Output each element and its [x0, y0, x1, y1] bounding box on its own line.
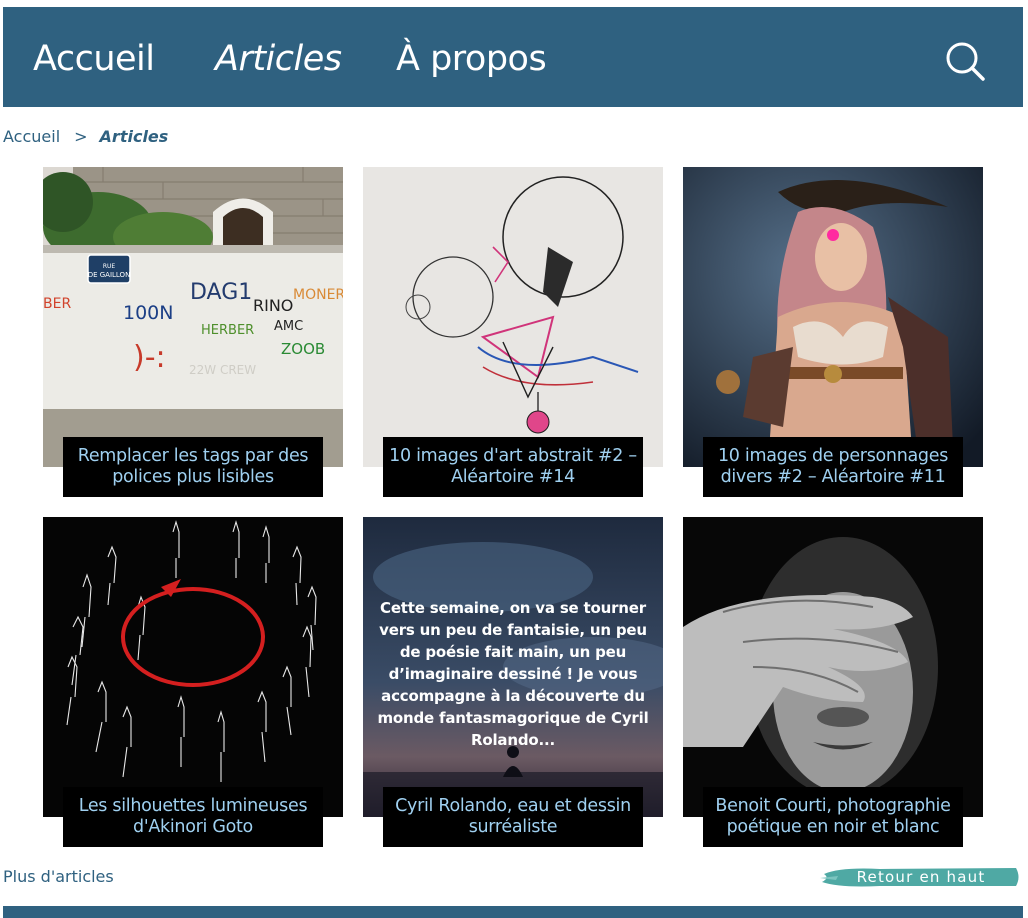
graffiti-tag: MONER	[293, 287, 343, 303]
graffiti-tag: AMC	[274, 319, 303, 334]
footer-bar	[3, 906, 1023, 918]
more-articles-link[interactable]: Plus d'articles	[3, 867, 114, 886]
back-to-top-button[interactable]: Retour en haut	[820, 864, 1022, 890]
breadcrumb-separator: >	[74, 127, 88, 146]
article-title[interactable]: Remplacer les tags par des polices plus …	[63, 437, 323, 497]
top-navbar: Accueil Articles À propos	[3, 7, 1023, 107]
article-thumbnail: RUE DE GAILLON DAG1 RINO MONER 100N HERB…	[43, 167, 343, 467]
article-title[interactable]: Benoit Courti, photographie poétique en …	[703, 787, 963, 847]
article-card[interactable]: Cette semaine, on va se tourner vers un …	[363, 517, 663, 847]
graffiti-tag: RINO	[253, 296, 293, 315]
article-card[interactable]: Benoit Courti, photographie poétique en …	[683, 517, 983, 847]
article-card[interactable]: RUE DE GAILLON DAG1 RINO MONER 100N HERB…	[43, 167, 343, 497]
graffiti-tag: 100N	[123, 302, 173, 324]
nav-home-link[interactable]: Accueil	[33, 39, 155, 79]
breadcrumb-current: Articles	[99, 127, 169, 146]
article-thumbnail	[363, 167, 663, 467]
graffiti-tag: DAG1	[190, 280, 252, 305]
graffiti-tag: HERBER	[201, 323, 254, 338]
search-button[interactable]	[943, 40, 987, 84]
search-icon	[946, 42, 985, 81]
breadcrumb-home-link[interactable]: Accueil	[3, 127, 60, 146]
nav-about-link[interactable]: À propos	[396, 39, 547, 79]
nav-articles-link[interactable]: Articles	[215, 39, 342, 79]
article-title[interactable]: Cyril Rolando, eau et dessin surréaliste	[383, 787, 643, 847]
street-sign-text-1: RUE	[103, 263, 116, 270]
breadcrumb: Accueil > Articles	[3, 127, 168, 146]
article-card[interactable]: 10 images de personnages divers #2 – Alé…	[683, 167, 983, 497]
article-thumbnail	[683, 517, 983, 817]
article-card[interactable]: 10 images d'art abstrait #2 – Aléartoire…	[363, 167, 663, 497]
article-excerpt: Cette semaine, on va se tourner vers un …	[377, 599, 649, 749]
back-to-top-label: Retour en haut	[856, 868, 986, 886]
graffiti-tag: )-:	[133, 340, 166, 375]
article-card[interactable]: Les silhouettes lumineuses d'Akinori Got…	[43, 517, 343, 847]
graffiti-tag: BER	[43, 296, 71, 312]
street-sign-text-2: DE GAILLON	[88, 271, 131, 279]
article-title[interactable]: Les silhouettes lumineuses d'Akinori Got…	[63, 787, 323, 847]
article-thumbnail	[43, 517, 343, 817]
graffiti-tag: 22W CREW	[189, 363, 256, 377]
article-title[interactable]: 10 images de personnages divers #2 – Alé…	[703, 437, 963, 497]
article-title[interactable]: 10 images d'art abstrait #2 – Aléartoire…	[383, 437, 643, 497]
article-thumbnail	[683, 167, 983, 467]
graffiti-tag: ZOOB	[281, 340, 325, 358]
